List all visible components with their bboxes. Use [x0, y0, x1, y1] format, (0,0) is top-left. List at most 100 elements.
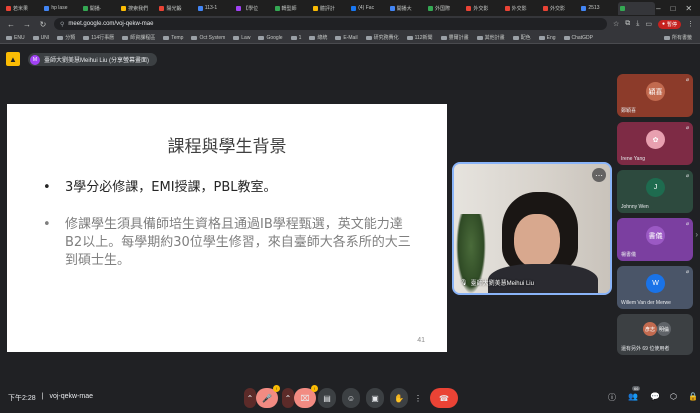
- meet-control-bar: 下午2:28 | voj-qekw-mae ⌃ 🎤 ! ⌃ ⌧ ! ▤ ☺ ▣ …: [0, 385, 700, 413]
- tab-favicon-icon: [312, 5, 318, 11]
- browser-tab[interactable]: 轉型師: [273, 2, 310, 15]
- address-bar[interactable]: ⚲ meet.google.com/voj-qekw-mae: [54, 18, 607, 30]
- browser-tab[interactable]: hp lase: [42, 2, 79, 15]
- browser-tab[interactable]: 陽光鍛: [157, 2, 194, 15]
- bookmark-item[interactable]: E-Mail: [335, 35, 358, 41]
- bookmark-item[interactable]: Eng: [538, 35, 556, 41]
- participant-avatar: W: [646, 274, 665, 293]
- close-icon[interactable]: ✕: [685, 4, 692, 13]
- profile-button[interactable]: ● 暫停: [657, 19, 681, 29]
- forward-icon[interactable]: →: [22, 20, 32, 29]
- side-panel-chevron-icon[interactable]: ›: [695, 230, 698, 239]
- people-icon[interactable]: 👥: [628, 392, 638, 401]
- browser-menu-icon[interactable]: ⋮: [687, 20, 694, 28]
- bookmark-item[interactable]: 總統: [309, 34, 327, 41]
- camera-toggle-button[interactable]: ⌧ !: [294, 385, 318, 408]
- browser-tab[interactable]: 若米果: [4, 2, 41, 15]
- bookmark-item[interactable]: ENU: [6, 35, 25, 41]
- speaker-video-tile[interactable]: ⋯ 🎙 臺師大劉美慧Meihui Liu: [452, 162, 612, 295]
- tab-label: 外交影: [511, 5, 527, 12]
- bookmark-item[interactable]: 114行事曆: [83, 34, 114, 41]
- bookmark-item[interactable]: Google: [258, 35, 283, 41]
- camera-options-button[interactable]: ⌃: [282, 388, 294, 408]
- folder-icon: [122, 35, 129, 40]
- bookmark-item[interactable]: 配色: [512, 34, 531, 41]
- participant-tile[interactable]: W ⌀ Willem Van der Merwe: [617, 266, 693, 309]
- others-tile[interactable]: 彥志 明倫 還有另外 69 位使用者: [617, 314, 693, 355]
- site-info-icon[interactable]: ⚲: [60, 21, 64, 28]
- browser-tab[interactable]: 體評計: [311, 2, 348, 15]
- meeting-details-icon[interactable]: ⓘ: [608, 392, 616, 403]
- more-options-button[interactable]: ⋮: [412, 388, 424, 408]
- browser-tab[interactable]: 2513: [579, 2, 616, 15]
- emoji-button[interactable]: ☺: [342, 388, 360, 408]
- bookmark-star-icon[interactable]: ☆: [613, 20, 619, 28]
- presenter-label: 臺師大劉美慧Meihui Liu (分享螢幕畫面): [44, 58, 150, 64]
- browser-tab[interactable]: 113-1: [196, 2, 233, 15]
- mic-toggle-button[interactable]: 🎤 !: [256, 385, 280, 408]
- participant-name: Irene Yang: [621, 156, 646, 162]
- present-button[interactable]: ▣: [366, 388, 384, 408]
- maximize-icon[interactable]: □: [671, 4, 676, 13]
- browser-tab[interactable]: (4) Fac: [349, 2, 386, 15]
- browser-tab[interactable]: [617, 1, 656, 15]
- bookmark-item[interactable]: ChatGDP: [563, 35, 593, 41]
- captions-icon: ▤: [323, 393, 331, 403]
- participant-tile[interactable]: J ⌀ Johnny Wen: [617, 170, 693, 213]
- presenter-chip[interactable]: M 臺師大劉美慧Meihui Liu (分享螢幕畫面): [28, 53, 158, 66]
- bookmark-item[interactable]: UNI: [32, 35, 49, 41]
- bookmark-item[interactable]: 師資課程區: [122, 34, 155, 41]
- bookmark-item[interactable]: 112新聞: [406, 34, 433, 41]
- raise-hand-button[interactable]: ✋: [390, 388, 408, 408]
- bookmark-item[interactable]: Oct System: [191, 35, 225, 41]
- browser-tab[interactable]: 開播大: [388, 2, 425, 15]
- participant-tile[interactable]: 穎喜 ⌀ 鄭穎喜: [617, 74, 693, 117]
- meet-activity-icon[interactable]: ▲: [6, 52, 20, 66]
- tab-label: 外交影: [550, 5, 566, 12]
- leave-call-button[interactable]: ☎: [430, 388, 458, 408]
- chat-icon[interactable]: 💬: [650, 392, 660, 401]
- others-avatar: 彥志: [643, 322, 657, 336]
- bookmark-item[interactable]: 其他計畫: [476, 34, 505, 41]
- browser-tab[interactable]: 外交影: [464, 2, 501, 15]
- more-options-icon[interactable]: ⋯: [592, 168, 606, 182]
- participant-name: 鄭穎喜: [621, 108, 637, 114]
- bookmark-item[interactable]: 豐爾計畫: [440, 34, 469, 41]
- browser-tab[interactable]: 開播·: [81, 2, 118, 15]
- extensions-icon[interactable]: ⧉: [625, 20, 630, 28]
- mic-options-button[interactable]: ⌃: [244, 388, 256, 408]
- lock-icon[interactable]: 🔒: [688, 392, 698, 401]
- bookmark-label: 其他計畫: [484, 35, 505, 41]
- all-bookmarks[interactable]: 所有書籤: [663, 34, 700, 41]
- bookmark-item[interactable]: Law: [233, 35, 250, 41]
- tab-favicon-icon: [543, 5, 549, 11]
- mic-on-icon: 🎙: [460, 280, 468, 286]
- participant-count-badge: 66: [632, 386, 641, 391]
- browser-tab[interactable]: 搜索我們: [119, 2, 156, 15]
- bookmark-item[interactable]: Temp: [163, 35, 183, 41]
- participant-tile[interactable]: 書儀 ⌀ 楊書儀: [617, 218, 693, 261]
- participant-avatar: 穎喜: [646, 82, 665, 101]
- participant-tile[interactable]: ✿ ⌀ Irene Yang: [617, 122, 693, 165]
- browser-tab[interactable]: 外交影: [503, 2, 540, 15]
- back-icon[interactable]: ←: [6, 20, 16, 29]
- bookmark-item[interactable]: 1: [290, 35, 301, 41]
- browser-tab-strip: 若米果 hp lase 開播· 搜索我們 陽光鍛 113-1 【學位 轉型師 體評計 (4) Fa…: [0, 0, 700, 16]
- activities-icon[interactable]: ⬡: [670, 392, 677, 401]
- downloads-icon[interactable]: ⤓: [636, 20, 639, 28]
- minimize-icon[interactable]: –: [656, 4, 660, 13]
- bookmark-item[interactable]: 研究務費化: [365, 34, 399, 41]
- folder-icon: [406, 35, 413, 40]
- browser-tab[interactable]: 【學位: [234, 2, 271, 15]
- bookmark-label: 分類: [65, 35, 76, 41]
- mic-warning-badge: !: [273, 385, 280, 392]
- tab-label: 113-1: [204, 5, 218, 11]
- browser-tab[interactable]: 外国際: [426, 2, 463, 15]
- browser-tab[interactable]: 外交影: [541, 2, 578, 15]
- sidepanel-icon[interactable]: ▭: [645, 20, 652, 28]
- speaker-face: [514, 214, 560, 268]
- mic-off-icon: 🎤: [262, 393, 272, 403]
- bookmark-item[interactable]: 分類: [57, 34, 75, 41]
- reload-icon[interactable]: ↻: [38, 20, 48, 29]
- captions-button[interactable]: ▤: [318, 388, 336, 408]
